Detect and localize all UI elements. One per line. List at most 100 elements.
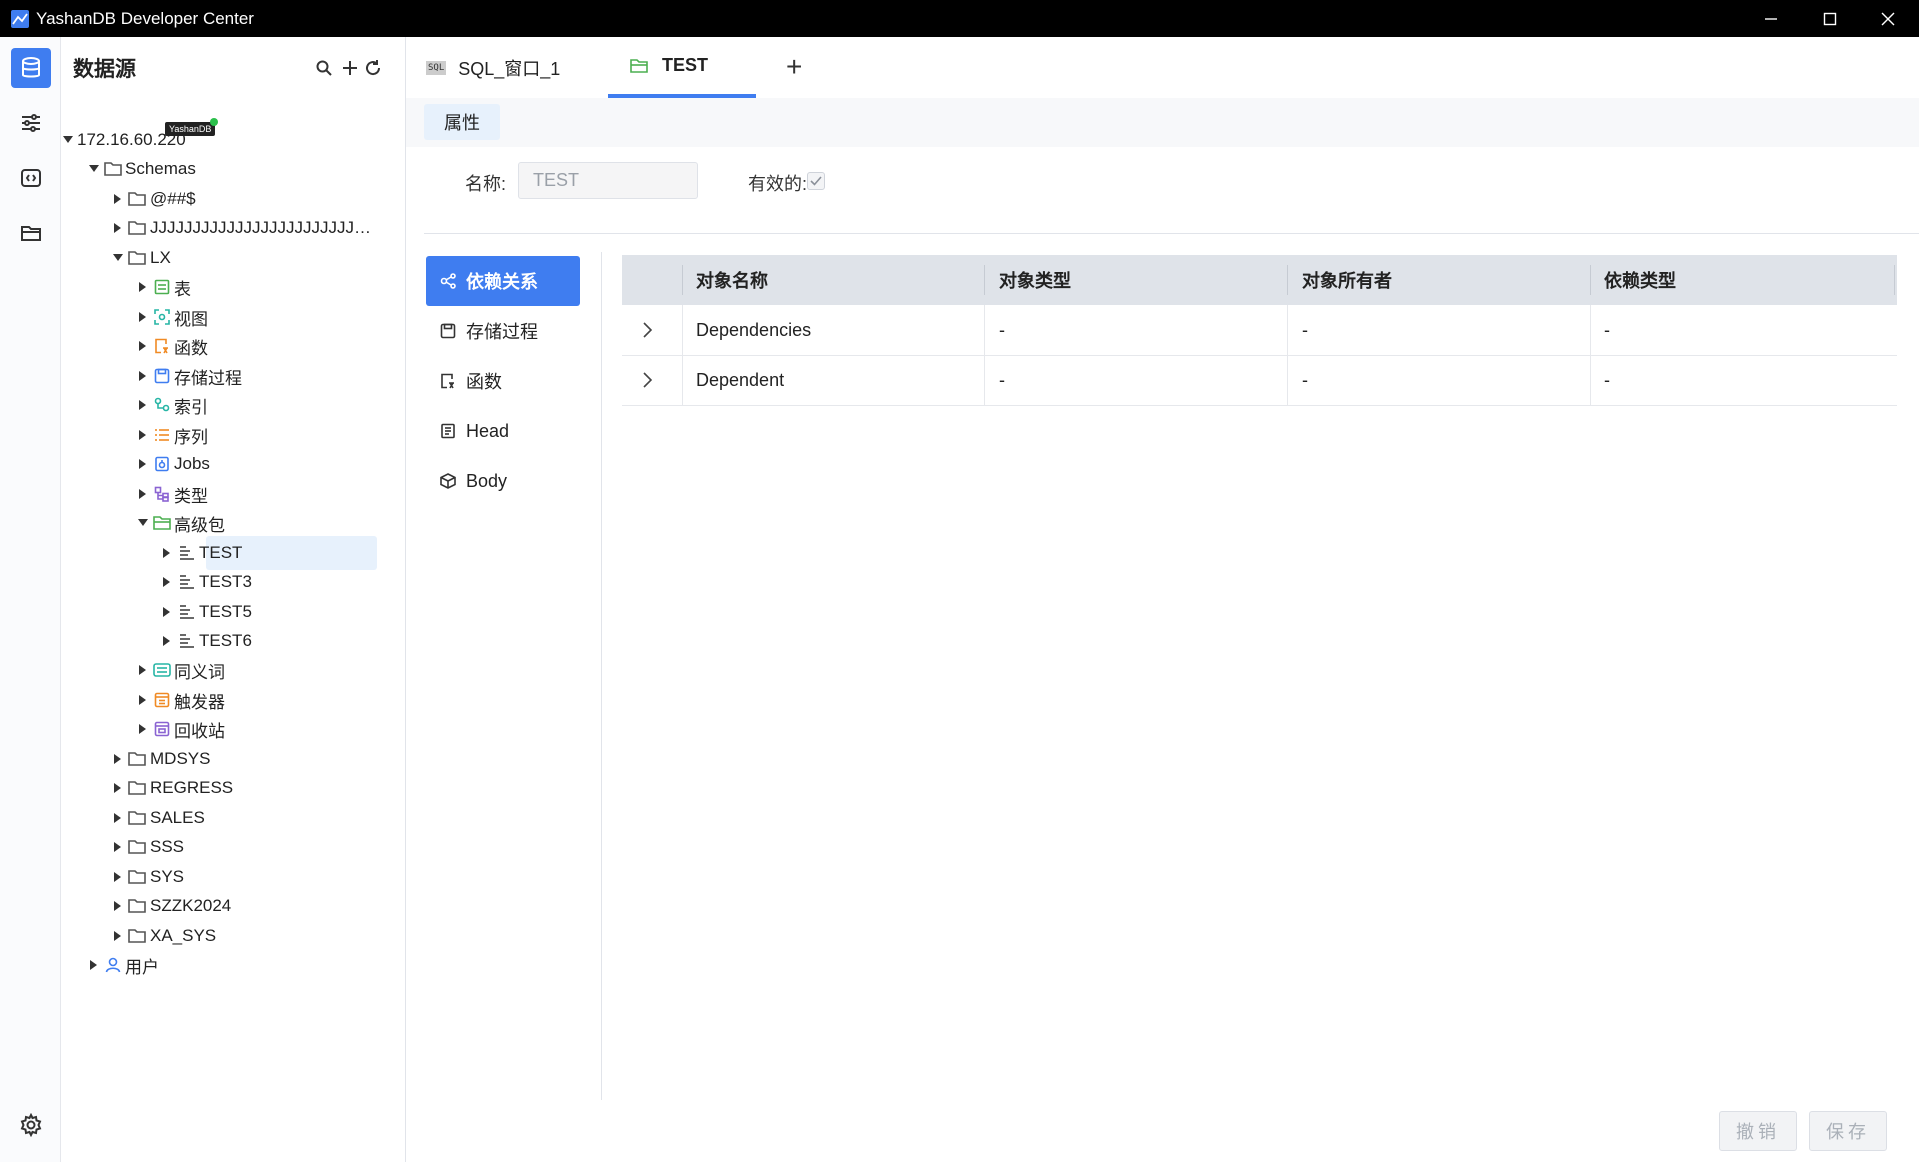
- tree-node-users[interactable]: 用户: [61, 948, 391, 982]
- caret-right-icon[interactable]: [136, 457, 150, 471]
- cancel-button[interactable]: 撤销: [1719, 1111, 1797, 1151]
- tree-node-schema[interactable]: REGRESS: [61, 771, 391, 805]
- tree-node-indexes[interactable]: 索引: [61, 388, 391, 422]
- caret-right-icon[interactable]: [160, 634, 174, 648]
- index-icon: [152, 395, 172, 415]
- table-row[interactable]: Dependent - - -: [622, 355, 1897, 406]
- caret-right-icon[interactable]: [136, 398, 150, 412]
- caret-right-icon[interactable]: [160, 605, 174, 619]
- chevron-right-icon[interactable]: [638, 321, 656, 339]
- rail-folder-button[interactable]: [11, 213, 51, 253]
- add-tab-button[interactable]: +: [786, 53, 802, 81]
- caret-right-icon[interactable]: [160, 546, 174, 560]
- database-icon: [22, 57, 40, 78]
- tree-refresh-button[interactable]: [362, 57, 384, 79]
- tab-sql-window[interactable]: SQL SQL_窗口_1: [426, 37, 568, 98]
- tree-label: 高级包: [174, 515, 225, 535]
- tree-node-schema[interactable]: SZZK2024: [61, 889, 391, 923]
- caret-right-icon[interactable]: [160, 575, 174, 589]
- caret-right-icon[interactable]: [136, 310, 150, 324]
- tree-node-schema[interactable]: SSS: [61, 830, 391, 864]
- maximize-button[interactable]: [1801, 0, 1859, 37]
- minimize-button[interactable]: [1742, 0, 1800, 37]
- tab-test[interactable]: TEST: [608, 37, 756, 98]
- tree-label: 回收站: [174, 721, 225, 741]
- caret-right-icon[interactable]: [136, 339, 150, 353]
- caret-right-icon[interactable]: [111, 192, 125, 206]
- caret-right-icon[interactable]: [111, 781, 125, 795]
- name-field[interactable]: TEST: [518, 162, 698, 199]
- tree-label: 存储过程: [174, 368, 242, 388]
- table-row[interactable]: Dependencies - - -: [622, 305, 1897, 356]
- column-header[interactable]: 对象所有者: [1302, 255, 1392, 305]
- menu-item-dependencies[interactable]: 依赖关系: [426, 256, 580, 306]
- tree-label: SSS: [150, 837, 185, 856]
- caret-right-icon[interactable]: [111, 221, 125, 235]
- column-header[interactable]: 依赖类型: [1604, 255, 1676, 305]
- tree-label: MDSYS: [150, 749, 211, 768]
- tree-node-recycle-bin[interactable]: 回收站: [61, 712, 391, 746]
- valid-checkbox[interactable]: [807, 172, 825, 190]
- caret-right-icon[interactable]: [136, 663, 150, 677]
- tab-label: SQL_窗口_1: [458, 58, 561, 79]
- column-header[interactable]: 对象名称: [696, 255, 768, 305]
- caret-down-icon[interactable]: [111, 251, 125, 265]
- tab-label: TEST: [662, 55, 709, 75]
- tree-label: 视图: [174, 309, 208, 329]
- menu-item-procedures[interactable]: 存储过程: [426, 306, 580, 356]
- caret-right-icon[interactable]: [111, 752, 125, 766]
- menu-item-functions[interactable]: 函数: [426, 356, 580, 406]
- package-icon: [177, 631, 197, 651]
- caret-down-icon[interactable]: [61, 133, 75, 147]
- sequence-icon: [152, 425, 172, 445]
- table-cell: -: [1302, 369, 1308, 390]
- table-cell: -: [1604, 319, 1610, 340]
- subtab-properties[interactable]: 属性: [424, 104, 500, 140]
- package-icon: [177, 543, 197, 563]
- tree-node-synonyms[interactable]: 同义词: [61, 653, 391, 687]
- document-icon: [438, 421, 458, 441]
- caret-down-icon[interactable]: [87, 162, 101, 176]
- tree-node-schemas[interactable]: Schemas: [61, 152, 391, 186]
- caret-down-icon[interactable]: [136, 516, 150, 530]
- tree-node-functions[interactable]: 函数: [61, 329, 391, 363]
- rail-gear-button[interactable]: [11, 1105, 51, 1145]
- refresh-icon: [366, 60, 381, 76]
- tree-label: @##$: [150, 189, 196, 208]
- folder-icon: [127, 189, 147, 209]
- caret-right-icon[interactable]: [111, 929, 125, 943]
- caret-right-icon[interactable]: [136, 428, 150, 442]
- rail-datasource-button[interactable]: [11, 48, 51, 88]
- tree-node-package[interactable]: TEST3: [61, 565, 391, 599]
- tree-node-jobs[interactable]: Jobs: [61, 447, 391, 481]
- caret-right-icon[interactable]: [136, 693, 150, 707]
- chevron-right-icon[interactable]: [638, 371, 656, 389]
- caret-right-icon[interactable]: [111, 870, 125, 884]
- close-window-button[interactable]: [1859, 0, 1917, 37]
- tree-node-packages[interactable]: 高级包: [61, 506, 391, 540]
- caret-right-icon[interactable]: [111, 811, 125, 825]
- tree-add-button[interactable]: [339, 57, 361, 79]
- save-button[interactable]: 保存: [1809, 1111, 1887, 1151]
- tree-label: JJJJJJJJJJJJJJJJJJJJJJJJ…: [150, 218, 371, 237]
- caret-right-icon[interactable]: [87, 958, 101, 972]
- caret-right-icon[interactable]: [136, 487, 150, 501]
- rail-code-button[interactable]: [11, 158, 51, 198]
- menu-item-body[interactable]: Body: [426, 456, 580, 506]
- tree-node-schema[interactable]: JJJJJJJJJJJJJJJJJJJJJJJJ…: [61, 211, 391, 245]
- caret-right-icon[interactable]: [136, 280, 150, 294]
- panel-title: 数据源: [73, 58, 136, 81]
- menu-item-head[interactable]: Head: [426, 406, 580, 456]
- tree-label: TEST: [199, 543, 243, 562]
- rail-settings-sliders-button[interactable]: [11, 103, 51, 143]
- column-header[interactable]: 对象类型: [999, 255, 1071, 305]
- caret-right-icon[interactable]: [136, 722, 150, 736]
- tree-search-button[interactable]: [313, 57, 335, 79]
- caret-right-icon[interactable]: [111, 899, 125, 913]
- column-separator: [984, 265, 985, 295]
- package-folder-icon: [152, 513, 172, 533]
- tree-node-tables[interactable]: 表: [61, 270, 391, 304]
- cube-icon: [438, 471, 458, 491]
- caret-right-icon[interactable]: [136, 369, 150, 383]
- caret-right-icon[interactable]: [111, 840, 125, 854]
